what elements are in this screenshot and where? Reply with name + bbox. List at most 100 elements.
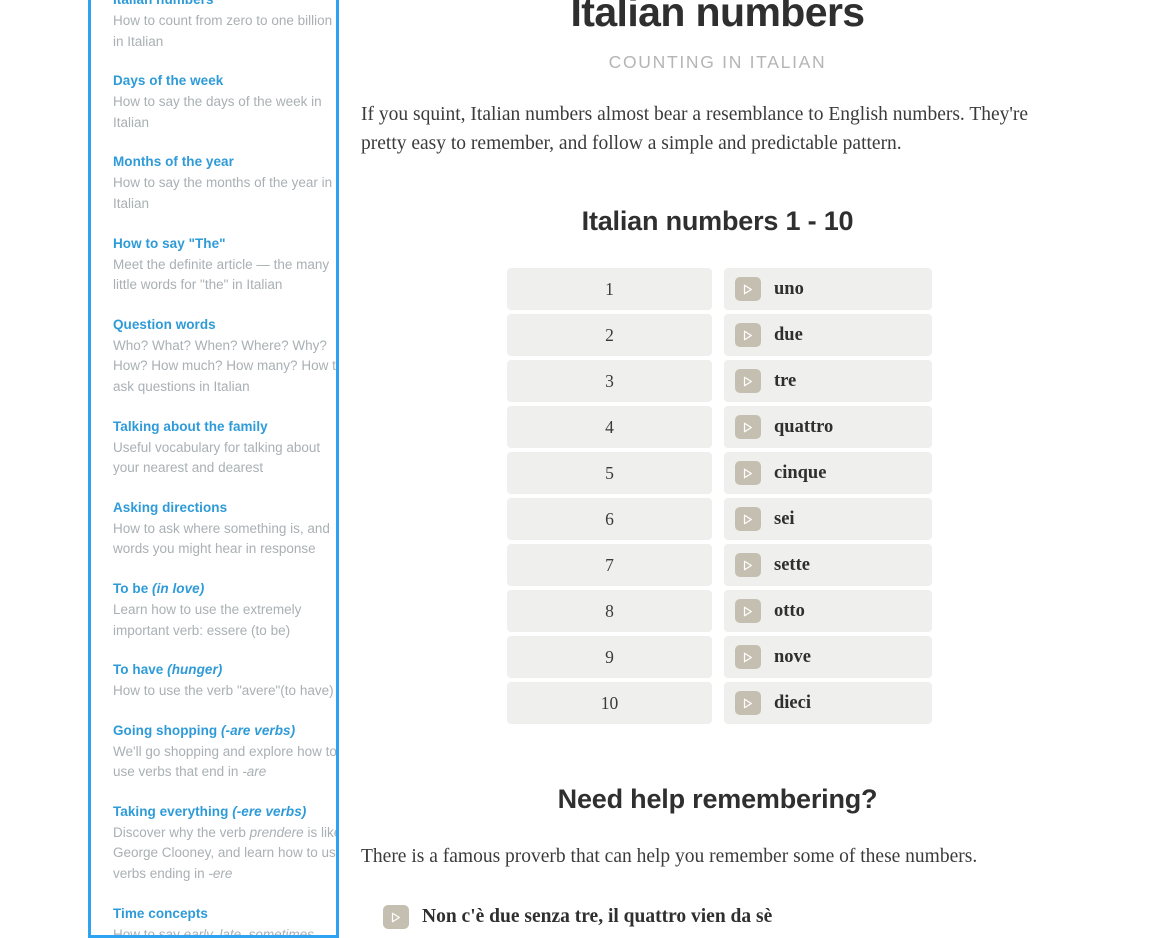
number-word-label: sei [774,508,795,529]
play-icon[interactable] [735,277,761,301]
number-digit-cell: 3 [507,360,712,402]
play-icon[interactable] [735,507,761,531]
lesson-list-sidebar[interactable]: Italian numbers How to count from zero to… [88,0,339,938]
sidebar-item-title-note: (hunger) [167,662,223,678]
play-icon[interactable] [735,415,761,439]
table-row: 9 nove [361,636,1074,678]
sidebar-item-title[interactable]: Months of the year [113,152,324,172]
sidebar-item-title[interactable]: Time concepts [113,904,324,924]
sidebar-item-title[interactable]: Talking about the family [113,417,324,437]
number-word-label: nove [774,646,811,667]
sidebar-item[interactable]: Taking everything (-ere verbs) Discover w… [113,802,336,885]
play-icon[interactable] [735,691,761,715]
sidebar-item[interactable]: Question words Who? What? When? Where? Wh… [113,315,336,398]
sidebar-item[interactable]: To be (in love) Learn how to use the extr… [113,579,324,641]
sidebar-item-title[interactable]: To be (in love) [113,579,324,599]
number-digit-cell: 6 [507,498,712,540]
sidebar-item-title[interactable]: Going shopping (-are verbs) [113,721,324,741]
number-digit-cell: 1 [507,268,712,310]
number-digit-cell: 2 [507,314,712,356]
sidebar-item-title[interactable]: Taking everything (-ere verbs) [113,802,324,822]
play-icon[interactable] [735,599,761,623]
table-row: 6 sei [361,498,1074,540]
sidebar-items-container: Italian numbers How to count from zero to… [91,0,336,938]
sidebar-item-title-note: (-ere verbs) [232,803,307,819]
table-row: 8 otto [361,590,1074,632]
sidebar-item-description: How to say early, late, sometimes, never… [113,926,318,938]
sidebar-item-description: We'll go shopping and explore how to use… [113,743,337,780]
sidebar-item-description: How to say the days of the week in Itali… [113,94,322,130]
number-word-cell[interactable]: nove [724,636,932,678]
sidebar-item-title[interactable]: Days of the week [113,71,324,91]
page-title: Italian numbers [570,0,865,35]
table-row: 10 dieci [361,682,1074,724]
number-word-label: uno [774,278,804,299]
play-icon[interactable] [735,461,761,485]
sidebar-item-description: Meet the definite article — the many lit… [113,256,330,293]
table-row: 4 quattro [361,406,1074,448]
sidebar-item[interactable]: Italian numbers How to count from zero to… [113,0,332,52]
number-digit-cell: 4 [507,406,712,448]
play-icon[interactable] [735,369,761,393]
number-word-cell[interactable]: sette [724,544,932,586]
number-word-cell[interactable]: otto [724,590,932,632]
sidebar-item[interactable]: How to say "The" Meet the definite articl… [113,234,329,296]
numbers-table-heading: Italian numbers 1 - 10 [581,206,854,236]
number-digit-cell: 10 [507,682,712,724]
sidebar-item-title-note: (in love) [152,580,205,596]
proverb-row[interactable]: Non c'è due senza tre, il quattro vien d… [383,905,1074,929]
number-digit-cell: 7 [507,544,712,586]
number-word-label: sette [774,554,810,575]
table-row: 5 cinque [361,452,1074,494]
sidebar-item-title-note: (-are verbs) [220,722,296,738]
numbers-table: 1 uno 2 due 3 tre 4 quattro 5 cinque 6 sei 7 sette 8 ot… [361,268,1074,724]
number-word-label: tre [774,370,797,391]
sidebar-item[interactable]: Asking directions How to ask where someth… [113,498,330,560]
sidebar-item-description: How to ask where something is, and words… [113,520,330,557]
sidebar-item-description: How to count from zero to one billion in… [113,13,333,49]
play-icon[interactable] [735,323,761,347]
number-word-cell[interactable]: cinque [724,452,932,494]
sidebar-item-title[interactable]: Question words [113,315,324,335]
table-row: 2 due [361,314,1074,356]
number-word-label: otto [774,600,805,621]
sidebar-item[interactable]: Talking about the family Useful vocabular… [113,417,324,479]
play-icon[interactable] [735,553,761,577]
number-digit-cell: 5 [507,452,712,494]
page-subtitle: COUNTING IN ITALIAN [608,52,827,72]
number-word-cell[interactable]: tre [724,360,932,402]
number-digit-cell: 8 [507,590,712,632]
sidebar-item-description: Who? What? When? Where? Why? How? How mu… [113,337,339,394]
sidebar-item[interactable]: Months of the year How to say the months … [113,152,332,214]
number-word-cell[interactable]: dieci [724,682,932,724]
intro-paragraph: If you squint, Italian numbers almost be… [361,104,1029,154]
number-digit-cell: 9 [507,636,712,678]
sidebar-item-title[interactable]: How to say "The" [113,234,324,254]
number-word-cell[interactable]: quattro [724,406,932,448]
number-word-cell[interactable]: uno [724,268,932,310]
sidebar-item[interactable]: To have (hunger) How to use the verb "ave… [113,660,334,702]
table-row: 1 uno [361,268,1074,310]
sidebar-item-description: Learn how to use the extremely important… [113,601,302,638]
table-row: 7 sette [361,544,1074,586]
number-word-cell[interactable]: sei [724,498,932,540]
proverb-text: Non c'è due senza tre, il quattro vien d… [422,906,773,927]
sidebar-item[interactable]: Going shopping (-are verbs) We'll go shop… [113,721,336,783]
play-icon[interactable] [735,645,761,669]
sidebar-item-description: Discover why the verb prendere is like G… [113,824,336,882]
sidebar-item-title[interactable]: To have (hunger) [113,660,324,680]
sidebar-item-description: Useful vocabulary for talking about your… [113,439,321,476]
table-row: 3 tre [361,360,1074,402]
number-word-cell[interactable]: due [724,314,932,356]
main-content: Italian numbers COUNTING IN ITALIAN If y… [361,0,1074,929]
number-word-label: quattro [774,416,834,437]
sidebar-item-title[interactable]: Italian numbers [113,0,324,10]
sidebar-item[interactable]: Days of the week How to say the days of t… [113,71,324,133]
sidebar-item-title[interactable]: Asking directions [113,498,324,518]
help-paragraph: There is a famous proverb that can help … [361,846,978,867]
sidebar-item-description: How to use the verb "avere"(to have) [113,683,334,699]
play-icon[interactable] [383,905,409,929]
number-word-label: due [774,324,803,345]
help-heading: Need help remembering? [557,784,878,814]
sidebar-item-description: How to say the months of the year in Ita… [113,175,333,211]
